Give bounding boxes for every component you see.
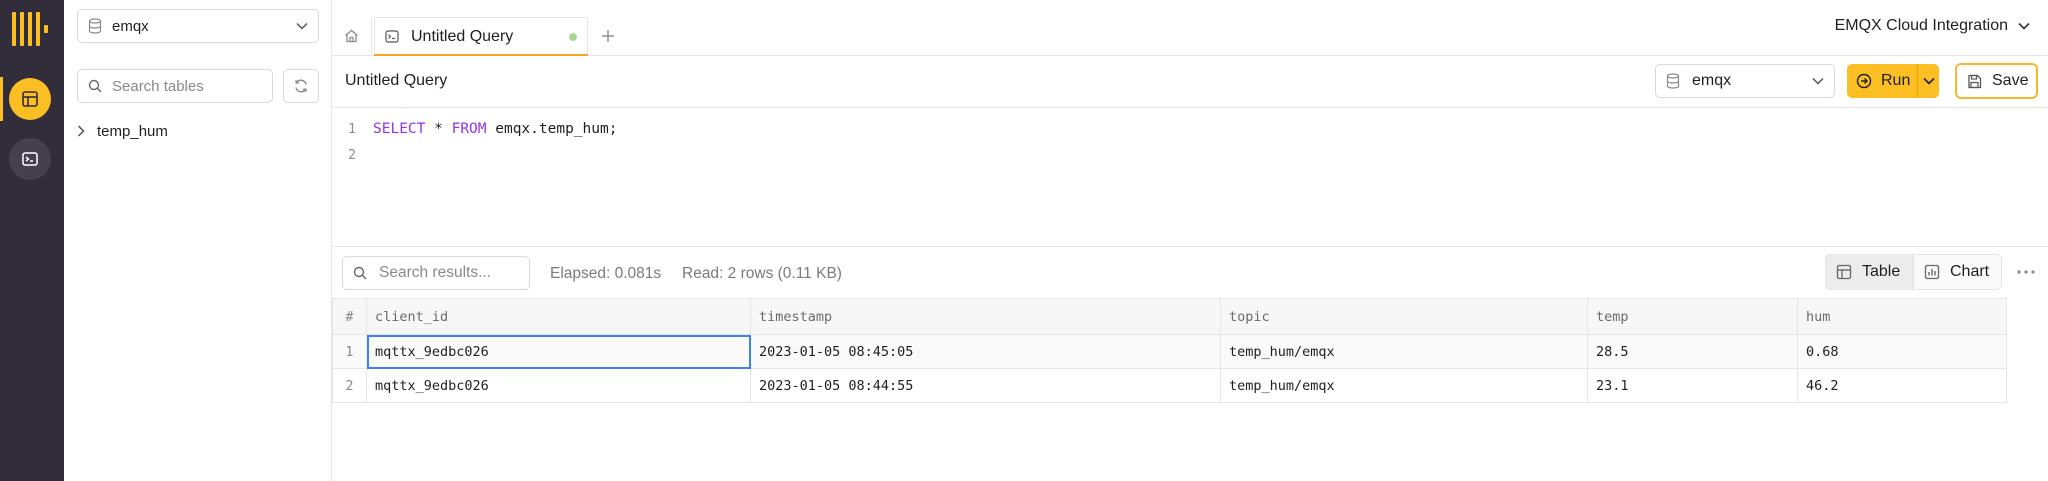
rail-tables-button[interactable] (9, 78, 51, 120)
run-options-button[interactable] (1917, 64, 1939, 98)
chevron-down-icon (1812, 77, 1824, 85)
column-header[interactable]: timestamp (750, 298, 1221, 335)
save-button[interactable]: Save (1955, 63, 2038, 99)
table-tree-item[interactable]: temp_hum (77, 119, 168, 143)
results-toolbar: Search results... Elapsed: 0.081s Read: … (332, 248, 2048, 298)
table-tree-item-label: temp_hum (97, 122, 168, 140)
database-icon (88, 18, 102, 34)
view-table-button[interactable]: Table (1826, 255, 1914, 289)
view-table-label: Table (1862, 263, 1901, 280)
save-button-label: Save (1992, 72, 2029, 89)
results-table: # client_id timestamp topic temp hum 1 m… (332, 298, 2007, 403)
tab-status-dot (569, 32, 577, 41)
column-header[interactable]: hum (1797, 298, 2007, 335)
view-chart-button[interactable]: Chart (1914, 255, 1999, 289)
search-results-placeholder: Search results... (379, 264, 491, 281)
view-toggle: Table Chart (1825, 254, 2002, 290)
more-icon (2017, 270, 2035, 274)
line-number: 1 (348, 121, 356, 137)
table-cell[interactable]: temp_hum/emqx (1220, 334, 1588, 369)
chevron-down-icon (296, 22, 308, 30)
sql-table-ref: emqx.temp_hum; (486, 121, 618, 137)
left-rail (0, 0, 64, 481)
tab-bar: Untitled Query EMQX Cloud Integration (332, 0, 2048, 56)
view-chart-label: Chart (1950, 263, 1990, 280)
elapsed-stat: Elapsed: 0.081s (550, 265, 662, 282)
sql-keyword: SELECT (373, 121, 426, 137)
run-button-group: Run (1847, 64, 1939, 98)
search-tables-input[interactable]: Search tables (77, 69, 273, 103)
query-database-value: emqx (1692, 72, 1732, 89)
editor-line: 1 SELECT * FROM emqx.temp_hum; (332, 117, 617, 141)
refresh-icon (293, 78, 309, 94)
add-tab-button[interactable] (594, 22, 622, 50)
database-select[interactable]: emqx (77, 9, 319, 43)
table-cell[interactable]: 28.5 (1587, 334, 1798, 369)
editor-line: 2 (332, 143, 356, 167)
workspace-label: EMQX Cloud Integration (1834, 17, 2008, 34)
database-icon (1666, 73, 1680, 89)
search-tables-placeholder: Search tables (112, 77, 204, 95)
chevron-right-icon[interactable] (77, 125, 85, 137)
run-button-label: Run (1881, 72, 1911, 89)
line-code: SELECT * FROM emqx.temp_hum; (373, 121, 617, 137)
run-button[interactable]: Run (1847, 64, 1917, 98)
tab-label: Untitled Query (411, 27, 514, 45)
column-header[interactable]: temp (1587, 298, 1798, 335)
sql-editor[interactable]: 1 SELECT * FROM emqx.temp_hum; 2 (332, 109, 2048, 247)
column-header[interactable]: # (332, 298, 367, 335)
line-number: 2 (348, 147, 356, 163)
table-cell[interactable]: 2023-01-05 08:44:55 (750, 368, 1221, 403)
row-number: 2 (332, 368, 367, 403)
table-cell[interactable]: temp_hum/emqx (1220, 368, 1588, 403)
column-header[interactable]: topic (1220, 298, 1588, 335)
rail-active-indicator (0, 77, 3, 121)
search-results-input[interactable]: Search results... (342, 256, 530, 290)
refresh-tables-button[interactable] (283, 69, 319, 103)
table-cell[interactable]: 46.2 (1797, 368, 2007, 403)
chart-icon (1924, 264, 1940, 280)
table-header-row: # client_id timestamp topic temp hum (332, 298, 2007, 335)
table-cell[interactable]: mqttx_9edbc026 (366, 368, 751, 403)
app-window: emqx Search tables temp_hum Untitled Que… (0, 0, 2048, 481)
table-icon (1836, 264, 1852, 280)
row-number: 1 (332, 334, 367, 369)
search-icon (88, 79, 102, 93)
app-logo (12, 12, 48, 46)
search-icon (353, 266, 367, 280)
table-icon (21, 90, 39, 108)
main-panel: Untitled Query EMQX Cloud Integration Un… (332, 0, 2048, 481)
table-row[interactable]: 2 mqttx_9edbc026 2023-01-05 08:44:55 tem… (332, 368, 2007, 403)
sidebar: emqx Search tables temp_hum (64, 0, 332, 481)
chevron-down-icon (1922, 77, 1935, 85)
read-stat: Read: 2 rows (0.11 KB) (682, 265, 842, 282)
query-database-select[interactable]: emqx (1655, 64, 1835, 98)
home-icon (344, 29, 359, 43)
terminal-icon (21, 150, 39, 168)
tab-untitled-query[interactable]: Untitled Query (374, 17, 588, 56)
database-select-value: emqx (112, 17, 149, 35)
table-cell[interactable]: 2023-01-05 08:45:05 (750, 334, 1221, 369)
rail-query-button[interactable] (9, 138, 51, 180)
sql-star: * (425, 121, 452, 137)
table-row[interactable]: 1 mqttx_9edbc026 2023-01-05 08:45:05 tem… (332, 334, 2007, 369)
query-title: Untitled Query (345, 72, 448, 89)
workspace-selector[interactable]: EMQX Cloud Integration (1835, 14, 2030, 38)
save-icon (1967, 74, 1982, 89)
table-cell[interactable]: 23.1 (1587, 368, 1798, 403)
sql-keyword: FROM (451, 121, 487, 137)
more-options-button[interactable] (2012, 260, 2040, 284)
chevron-down-icon (2018, 22, 2030, 30)
column-header[interactable]: client_id (366, 298, 751, 335)
plus-icon (601, 29, 615, 43)
query-toolbar: Untitled Query emqx Run Save (332, 56, 2048, 108)
table-cell[interactable]: 0.68 (1797, 334, 2007, 369)
run-icon (1856, 73, 1872, 89)
home-tab[interactable] (332, 17, 372, 55)
query-tab-icon (385, 30, 399, 43)
table-cell[interactable]: mqttx_9edbc026 (366, 334, 751, 369)
